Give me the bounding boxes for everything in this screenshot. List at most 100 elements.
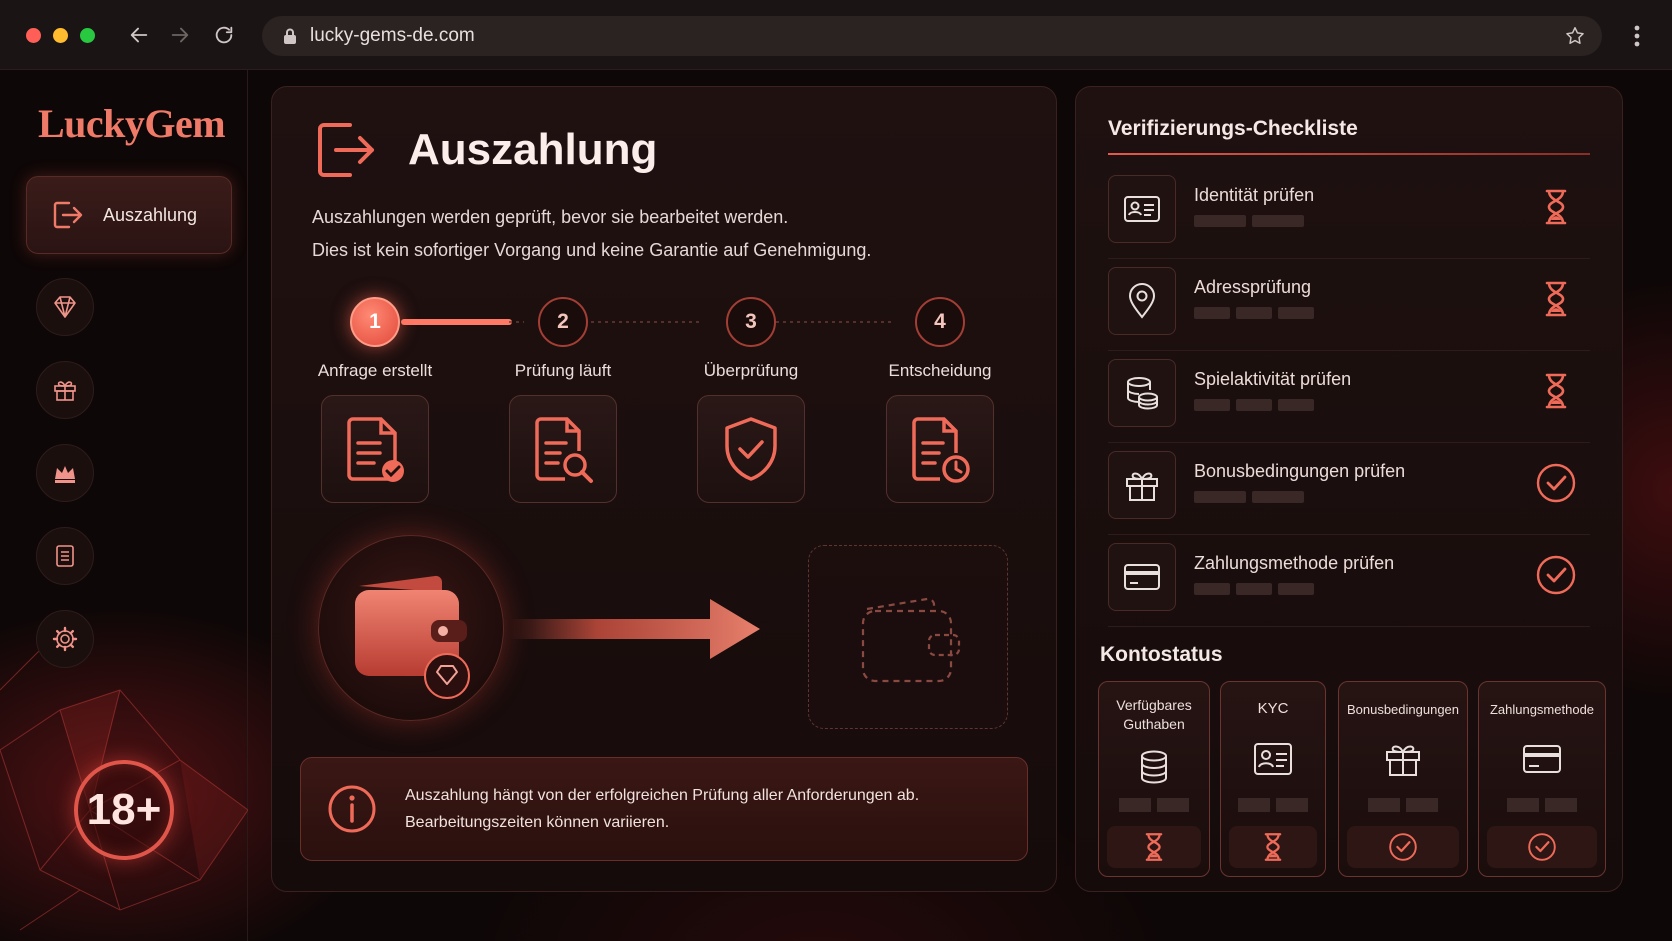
lock-icon: [284, 28, 296, 44]
status-card-bonus[interactable]: Bonusbedingungen: [1338, 681, 1468, 877]
document-check-icon: [347, 417, 404, 482]
sidebar-item-settings[interactable]: [36, 610, 94, 668]
hourglass-icon: [1545, 281, 1567, 317]
exit-arrow-icon: [318, 123, 374, 177]
info-line: Bearbeitungszeiten können variieren.: [405, 814, 670, 831]
transfer-arrow-icon: [510, 599, 760, 659]
redacted-value: [1119, 798, 1189, 812]
info-line: Auszahlung hängt von der erfolgreichen P…: [405, 787, 920, 804]
document-icon: [56, 545, 74, 567]
checklist-icon-box: [1108, 451, 1176, 519]
sidebar-item-history[interactable]: [36, 527, 94, 585]
checklist-item-bonus-terms[interactable]: Bonusbedingungen prüfen: [1108, 443, 1590, 535]
check-circle-icon: [1536, 555, 1576, 595]
bookmark-star-icon[interactable]: [1564, 25, 1586, 47]
page-title: Auszahlung: [408, 125, 658, 174]
description-line: Auszahlungen werden geprüft, bevor sie b…: [312, 207, 789, 227]
step-card-2: [509, 395, 617, 503]
reload-button[interactable]: [211, 22, 237, 48]
status-card-kyc[interactable]: KYC: [1220, 681, 1326, 877]
destination-wallet-placeholder: [808, 545, 1008, 729]
checklist-label: Identität prüfen: [1194, 185, 1315, 205]
sidebar-item-bonus[interactable]: [36, 361, 94, 419]
checklist-label: Adressprüfung: [1194, 277, 1312, 297]
checklist-label: Spielaktivität prüfen: [1194, 369, 1352, 389]
checklist-icon-box: [1108, 267, 1176, 335]
info-icon: [328, 785, 376, 833]
sidebar-item-auszahlung[interactable]: Auszahlung: [26, 176, 232, 254]
sidebar-item-vip[interactable]: [36, 444, 94, 502]
info-text: Auszahlung hängt von der erfolgreichen P…: [405, 782, 919, 836]
redacted-value: [1507, 798, 1577, 812]
step-number-2: 2: [538, 297, 588, 347]
status-card-label: Zahlungsmethode: [1489, 702, 1595, 717]
credit-card-icon: [1124, 564, 1160, 590]
status-card-balance[interactable]: Verfügbares Guthaben: [1098, 681, 1210, 877]
step-label-2: Prüfung läuft: [514, 361, 612, 380]
redacted-value: [1194, 399, 1314, 411]
status-card-label: Verfügbares Guthaben: [1099, 696, 1209, 734]
close-window-button[interactable]: [26, 28, 41, 43]
panel-header: Auszahlung: [312, 117, 657, 183]
checklist-title: Verifizierungs-Checkliste: [1108, 117, 1358, 140]
gift-icon: [1386, 745, 1420, 776]
checklist-icon-box: [1108, 543, 1176, 611]
redacted-value: [1194, 307, 1314, 319]
check-circle-icon: [1528, 833, 1556, 861]
redacted-value: [1194, 491, 1304, 503]
status-indicator: [1347, 826, 1459, 868]
id-card-icon: [1254, 743, 1292, 775]
check-circle-icon: [1536, 463, 1576, 503]
checklist-item-address[interactable]: Adressprüfung: [1108, 259, 1590, 351]
gift-icon: [54, 381, 76, 401]
checklist-item-payment-method[interactable]: Zahlungsmethode prüfen: [1108, 535, 1590, 627]
arrow-right-icon: [171, 27, 189, 43]
description-line: Dies ist kein sofortiger Vorgang und kei…: [312, 240, 872, 260]
minimize-window-button[interactable]: [53, 28, 68, 43]
redacted-value: [1194, 215, 1304, 227]
hourglass-icon: [1545, 189, 1567, 225]
checklist-label: Bonusbedingungen prüfen: [1194, 461, 1406, 481]
status-card-label: KYC: [1257, 700, 1289, 717]
checklist-icon-box: [1108, 359, 1176, 427]
checklist-icon-box: [1108, 175, 1176, 243]
sidebar-item-gems[interactable]: [36, 278, 94, 336]
document-search-icon: [535, 417, 593, 483]
exit-arrow-icon: [53, 201, 83, 229]
hourglass-icon: [1264, 833, 1282, 861]
step-number-1: 1: [350, 297, 400, 347]
withdrawal-panel: Auszahlung Auszahlungen werden geprüft, …: [271, 86, 1057, 892]
hourglass-icon: [1545, 373, 1567, 409]
title-divider: [1108, 153, 1590, 155]
sidebar: LuckyGem Auszahlung 18+: [0, 70, 248, 941]
step-card-4: [886, 395, 994, 503]
address-bar[interactable]: lucky-gems-de.com: [262, 16, 1602, 56]
step-number-4: 4: [915, 297, 965, 347]
wallet-icon: [355, 575, 470, 699]
checklist-item-identity[interactable]: Identität prüfen: [1108, 167, 1590, 259]
crown-icon: [55, 466, 75, 483]
verification-panel: Verifizierungs-Checkliste Identität prüf…: [1075, 86, 1623, 892]
wallet-illustration: [318, 535, 504, 721]
redacted-value: [1194, 583, 1314, 595]
status-indicator: [1229, 826, 1317, 868]
back-button[interactable]: [126, 22, 152, 48]
browser-menu-icon[interactable]: [1627, 22, 1647, 50]
label-line: Verfügbares: [1116, 697, 1192, 713]
step-card-1: [321, 395, 429, 503]
status-card-payment[interactable]: Zahlungsmethode: [1478, 681, 1606, 877]
forward-button[interactable]: [167, 22, 193, 48]
age-restriction-badge: 18+: [74, 760, 174, 860]
app-logo[interactable]: LuckyGem: [38, 100, 226, 147]
check-circle-icon: [1389, 833, 1417, 861]
document-clock-icon: [912, 417, 970, 483]
panel-description: Auszahlungen werden geprüft, bevor sie b…: [312, 201, 871, 267]
step-label-3: Überprüfung: [703, 361, 799, 380]
hourglass-icon: [1145, 833, 1163, 861]
step-number-3: 3: [726, 297, 776, 347]
status-indicator: [1487, 826, 1597, 868]
maximize-window-button[interactable]: [80, 28, 95, 43]
sidebar-item-label: Auszahlung: [103, 204, 198, 225]
info-notice: Auszahlung hängt von der erfolgreichen P…: [300, 757, 1028, 861]
checklist-item-gaming-activity[interactable]: Spielaktivität prüfen: [1108, 351, 1590, 443]
